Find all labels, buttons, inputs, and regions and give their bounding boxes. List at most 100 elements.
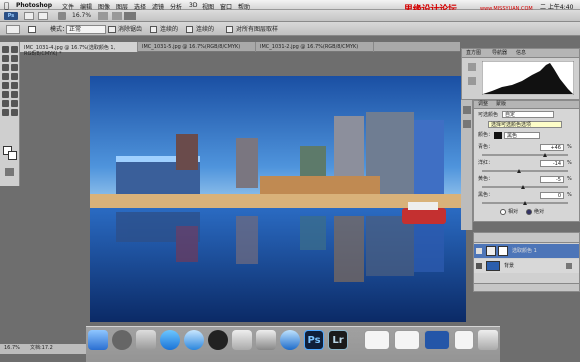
contiguous-checkbox[interactable] [186,26,193,33]
apple-menu-icon[interactable]:  [4,1,9,10]
document-thumbnail-2[interactable] [394,330,420,350]
lasso-tool-icon[interactable] [2,55,9,62]
slider-track[interactable] [482,154,568,156]
tab-doc-1[interactable]: IMC_1031-4.jpg @ 16.7%(选取颜色 1, RGB/8/CMY… [20,42,138,57]
quick-mask-icon[interactable] [5,168,14,176]
layer-row-adjustment[interactable]: 选取颜色 1 [474,244,579,258]
brush-preset-icon[interactable] [28,26,36,33]
mission-control-icon[interactable] [136,330,156,350]
slider-value-field[interactable]: -14 [540,160,564,167]
mini-bridge-icon[interactable] [38,12,48,20]
relative-radio[interactable] [500,209,506,215]
app-menu[interactable]: Photoshop [16,2,52,9]
eraser-tool-icon[interactable] [2,91,9,98]
pen-tool-icon[interactable] [2,109,9,116]
trash-icon[interactable] [478,330,498,350]
relative-label: 相对 [508,209,519,215]
type-tool-icon[interactable] [11,109,18,116]
qq-icon[interactable] [208,330,228,350]
layer-name[interactable]: 选取颜色 1 [512,249,537,254]
background-color-swatch[interactable] [8,151,17,160]
itunes-icon[interactable] [184,330,204,350]
preview-icon[interactable] [256,330,276,350]
slider-value-field[interactable]: -5 [540,176,564,183]
visibility-eye-icon[interactable] [476,248,482,254]
image-canvas[interactable] [90,76,466,322]
photos-icon[interactable] [232,330,252,350]
preset-label: 可选颜色 [478,112,499,118]
dodge-tool-icon[interactable] [11,100,18,107]
healing-tool-icon[interactable] [2,73,9,80]
slider-knob[interactable] [523,201,527,205]
background-thumbnail [486,261,500,271]
crop-tool-icon[interactable] [2,64,9,71]
tab-adjustments[interactable]: 调整 [478,102,488,107]
zoom-level[interactable]: 16.7% [72,13,91,19]
option-all-layers: 对所有图层取样 [236,26,279,33]
city-reflection-photo [90,76,466,322]
absolute-radio[interactable] [526,209,532,215]
slider-knob[interactable] [543,153,547,157]
document-thumbnail-1[interactable] [364,330,390,350]
slider-value-field[interactable]: 0 [540,192,564,199]
slider-label: 洋红： [478,160,494,166]
adjustment-thumbnail-icon [486,246,496,256]
history-brush-tool-icon[interactable] [11,82,18,89]
colors-select[interactable]: 黑色 [504,132,540,139]
marquee-tool-icon[interactable] [11,46,18,53]
preset-select[interactable]: 自定 [502,111,554,118]
move-tool-icon[interactable] [2,46,9,53]
document-thumbnail-3[interactable] [424,330,450,350]
menu-3d[interactable]: 3D [189,2,197,9]
blur-tool-icon[interactable] [2,100,9,107]
menu-bar:  Photoshop 文件 编辑 图像 图层 选择 滤镜 分析 3D 视图 窗… [0,0,580,15]
gradient-tool-icon[interactable] [11,91,18,98]
tool-preset-picker[interactable] [6,25,20,34]
layer-name[interactable]: 背景 [504,264,514,269]
app-store-icon[interactable] [160,330,180,350]
visibility-eye-icon[interactable] [476,263,482,269]
brush-tool-icon[interactable] [11,73,18,80]
extras-icon[interactable] [58,12,66,20]
slider-unit: % [567,144,572,150]
arrange-documents-icon[interactable] [124,12,136,20]
slider-knob[interactable] [521,185,525,189]
document-tabs: IMC_1031-4.jpg @ 16.7%(选取颜色 1, RGB/8/CMY… [20,42,460,57]
eyedropper-tool-icon[interactable] [11,64,18,71]
layer-row-background[interactable]: 背景 [474,259,579,273]
history-icon[interactable] [463,106,471,114]
slider-unit: % [567,176,572,182]
status-zoom[interactable]: 16.7% [4,346,20,351]
safari-icon[interactable] [280,330,300,350]
sample-checkbox[interactable] [108,26,116,33]
sample-all-checkbox[interactable] [226,26,233,33]
lightroom-icon[interactable]: Lr [328,330,348,350]
adjustments-panel: 调整 蒙版 可选颜色 自定 选择可选颜色选项 颜色： 黑色 相对 绝对 青色： +… [473,100,580,222]
slider-track[interactable] [482,170,568,172]
photoshop-icon[interactable]: Ps [304,330,324,350]
finder-icon[interactable] [88,330,108,350]
hand-icon[interactable] [98,12,108,20]
histogram-refresh-icon[interactable] [468,63,476,71]
tab-histogram[interactable]: 直方图 [466,51,481,56]
document-thumbnail-4[interactable] [454,330,474,350]
quick-select-tool-icon[interactable] [11,55,18,62]
mode-select[interactable]: 正常 [66,25,106,34]
layers-panel: 选取颜色 1 背景 [473,232,580,292]
slider-track[interactable] [482,186,568,188]
slider-knob[interactable] [517,169,521,173]
clone-stamp-tool-icon[interactable] [2,82,9,89]
tab-info[interactable]: 信息 [516,51,526,56]
options-bar: 模式： 正常 消除锯齿 连续的 连续的 对所有图层取样 [0,22,580,36]
layer-mask-thumbnail[interactable] [498,246,508,256]
bridge-icon[interactable] [24,12,34,20]
tab-doc-2[interactable]: IMC_1031-5.jpg @ 16.7%(RGB/8/CMYK) [138,42,256,52]
tab-doc-3[interactable]: IMC_1031-2.jpg @ 16.7%(RGB/8/CMYK) [256,42,374,52]
tab-navigator[interactable]: 导航器 [492,51,507,56]
zoom-icon[interactable] [112,12,122,20]
launchpad-icon[interactable] [112,330,132,350]
antialias-checkbox[interactable] [150,26,157,33]
actions-icon[interactable] [463,120,471,128]
slider-value-field[interactable]: +46 [540,144,564,151]
tab-masks[interactable]: 蒙版 [496,102,506,107]
